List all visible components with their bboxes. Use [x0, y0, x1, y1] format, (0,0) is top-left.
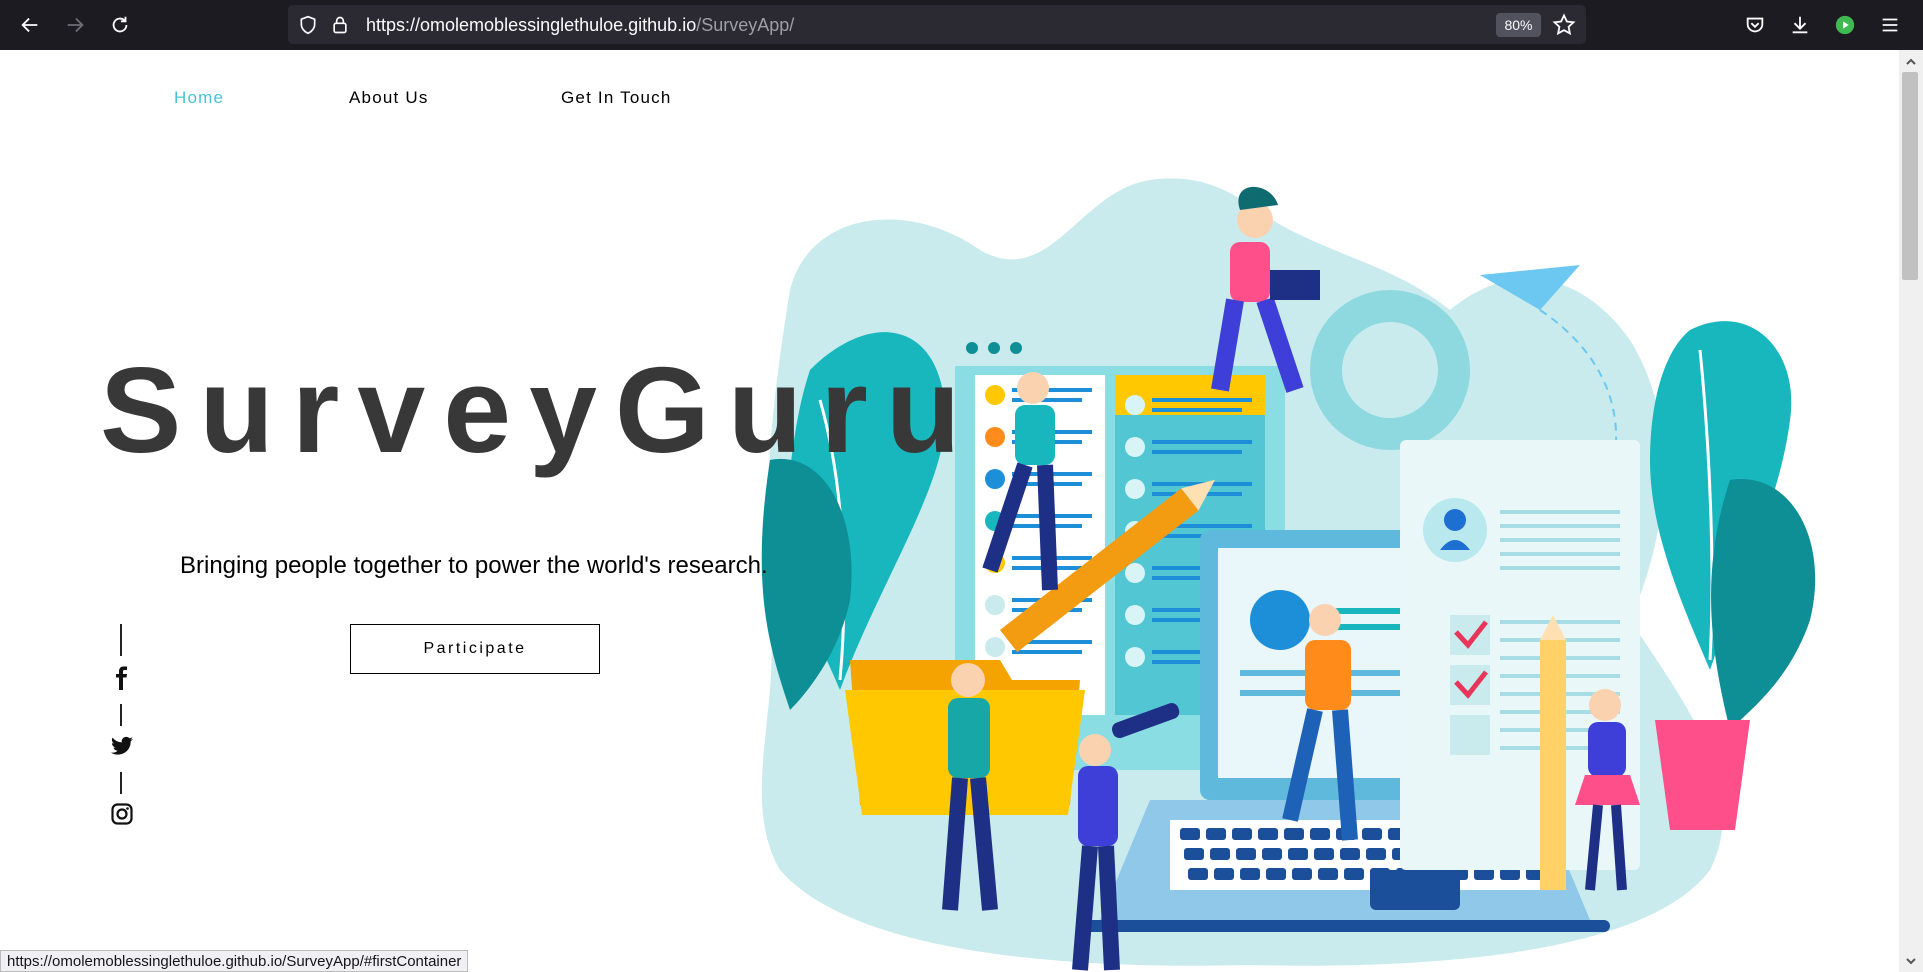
reload-button[interactable] — [105, 10, 135, 40]
forward-button[interactable] — [60, 10, 90, 40]
standing-pencil — [1540, 615, 1566, 890]
survey-row-dot — [985, 469, 1005, 489]
scroll-up-icon[interactable] — [1904, 55, 1918, 69]
social-divider — [120, 624, 122, 656]
profile-document — [1400, 440, 1640, 870]
reload-icon — [112, 16, 128, 33]
keyboard-key — [1258, 828, 1278, 840]
nav-home[interactable]: Home — [174, 88, 224, 108]
keyboard-key — [1184, 848, 1204, 860]
keyboard-key — [1266, 868, 1286, 880]
document-line — [1500, 510, 1620, 514]
facebook-icon — [116, 666, 127, 690]
keyboard-key — [1340, 848, 1360, 860]
browser-toolbar: https://omolemoblessinglethuloe.github.i… — [0, 0, 1923, 50]
survey-row-dot — [1125, 437, 1145, 457]
instagram-link[interactable] — [108, 800, 136, 828]
pocket-icon — [1746, 17, 1764, 33]
keyboard-key — [1292, 868, 1312, 880]
hero-title: SurveyGuru — [100, 342, 979, 478]
document-line — [1500, 620, 1620, 624]
instagram-icon — [111, 803, 133, 825]
nav-get-in-touch[interactable]: Get In Touch — [561, 88, 671, 108]
pink-pot — [1655, 720, 1750, 830]
keyboard-key — [1366, 848, 1386, 860]
keyboard-key — [1288, 848, 1308, 860]
participate-button[interactable]: Participate — [350, 624, 600, 674]
right-leaf-2 — [1711, 479, 1816, 730]
url-path: /SurveyApp/ — [696, 15, 795, 35]
survey-row-dot — [1125, 395, 1145, 415]
survey-row-dot — [985, 637, 1005, 657]
back-button[interactable] — [15, 10, 45, 40]
lock-icon[interactable] — [330, 15, 350, 35]
hero-illustration — [761, 178, 1816, 971]
survey-row-dot — [1125, 647, 1145, 667]
menu-button[interactable] — [1875, 10, 1905, 40]
pocket-button[interactable] — [1740, 10, 1770, 40]
keyboard-key — [1188, 868, 1208, 880]
survey-row-dot — [1125, 605, 1145, 625]
keyboard-key — [1262, 848, 1282, 860]
keyboard-key — [1206, 828, 1226, 840]
survey-row-line — [1012, 650, 1082, 654]
gear — [1310, 290, 1470, 450]
survey-row-dot — [985, 385, 1005, 405]
url-host: https://omolemoblessinglethuloe.github.i… — [366, 15, 697, 35]
survey-row-line — [1152, 450, 1242, 454]
arrow-right-icon — [67, 17, 84, 33]
zoom-badge[interactable]: 80% — [1496, 13, 1541, 37]
keyboard-key — [1314, 848, 1334, 860]
arrow-left-icon — [21, 17, 38, 33]
downloads-button[interactable] — [1785, 10, 1815, 40]
survey-row-line — [1152, 408, 1242, 412]
social-divider — [120, 772, 122, 794]
extension-button[interactable] — [1830, 10, 1860, 40]
keyboard-key — [1310, 828, 1330, 840]
keyboard-key — [1214, 868, 1234, 880]
keyboard-key — [1318, 868, 1338, 880]
keyboard-key — [1210, 848, 1230, 860]
download-icon — [1792, 16, 1808, 34]
twitter-icon — [111, 736, 133, 755]
scroll-down-icon[interactable] — [1904, 954, 1918, 968]
document-line — [1500, 538, 1620, 542]
document-line — [1500, 524, 1620, 528]
url-text[interactable]: https://omolemoblessinglethuloe.github.i… — [366, 15, 794, 36]
keyboard-key — [1370, 868, 1390, 880]
document-line — [1500, 552, 1620, 556]
status-bar-url: https://omolemoblessinglethuloe.github.i… — [0, 950, 469, 972]
hero-subtitle: Bringing people together to power the wo… — [180, 552, 768, 579]
bookmark-star-icon[interactable] — [1552, 13, 1576, 37]
facebook-link[interactable] — [108, 664, 136, 692]
survey-row-dot — [985, 595, 1005, 615]
page-viewport: Home About Us Get In Touch SurveyGuru Br… — [0, 50, 1899, 972]
survey-row-dot — [1125, 479, 1145, 499]
keyboard-key — [1362, 828, 1382, 840]
scroll-thumb[interactable] — [1902, 72, 1918, 280]
nav-about-us[interactable]: About Us — [349, 88, 429, 108]
survey-row-dot — [1125, 563, 1145, 583]
twitter-link[interactable] — [108, 732, 136, 760]
keyboard-key — [1344, 868, 1364, 880]
keyboard-key — [1232, 828, 1252, 840]
survey-row-line — [1152, 398, 1252, 402]
address-bar[interactable]: https://omolemoblessinglethuloe.github.i… — [288, 5, 1586, 44]
play-extension-icon — [1835, 15, 1855, 35]
social-divider — [120, 704, 122, 726]
survey-row-line — [1152, 440, 1252, 444]
hamburger-menu-icon — [1882, 18, 1898, 32]
shield-icon[interactable] — [298, 15, 318, 35]
survey-row-dot — [985, 427, 1005, 447]
document-line — [1500, 566, 1620, 570]
keyboard-key — [1236, 848, 1256, 860]
keyboard-key — [1240, 868, 1260, 880]
keyboard-key — [1284, 828, 1304, 840]
keyboard-key — [1180, 828, 1200, 840]
